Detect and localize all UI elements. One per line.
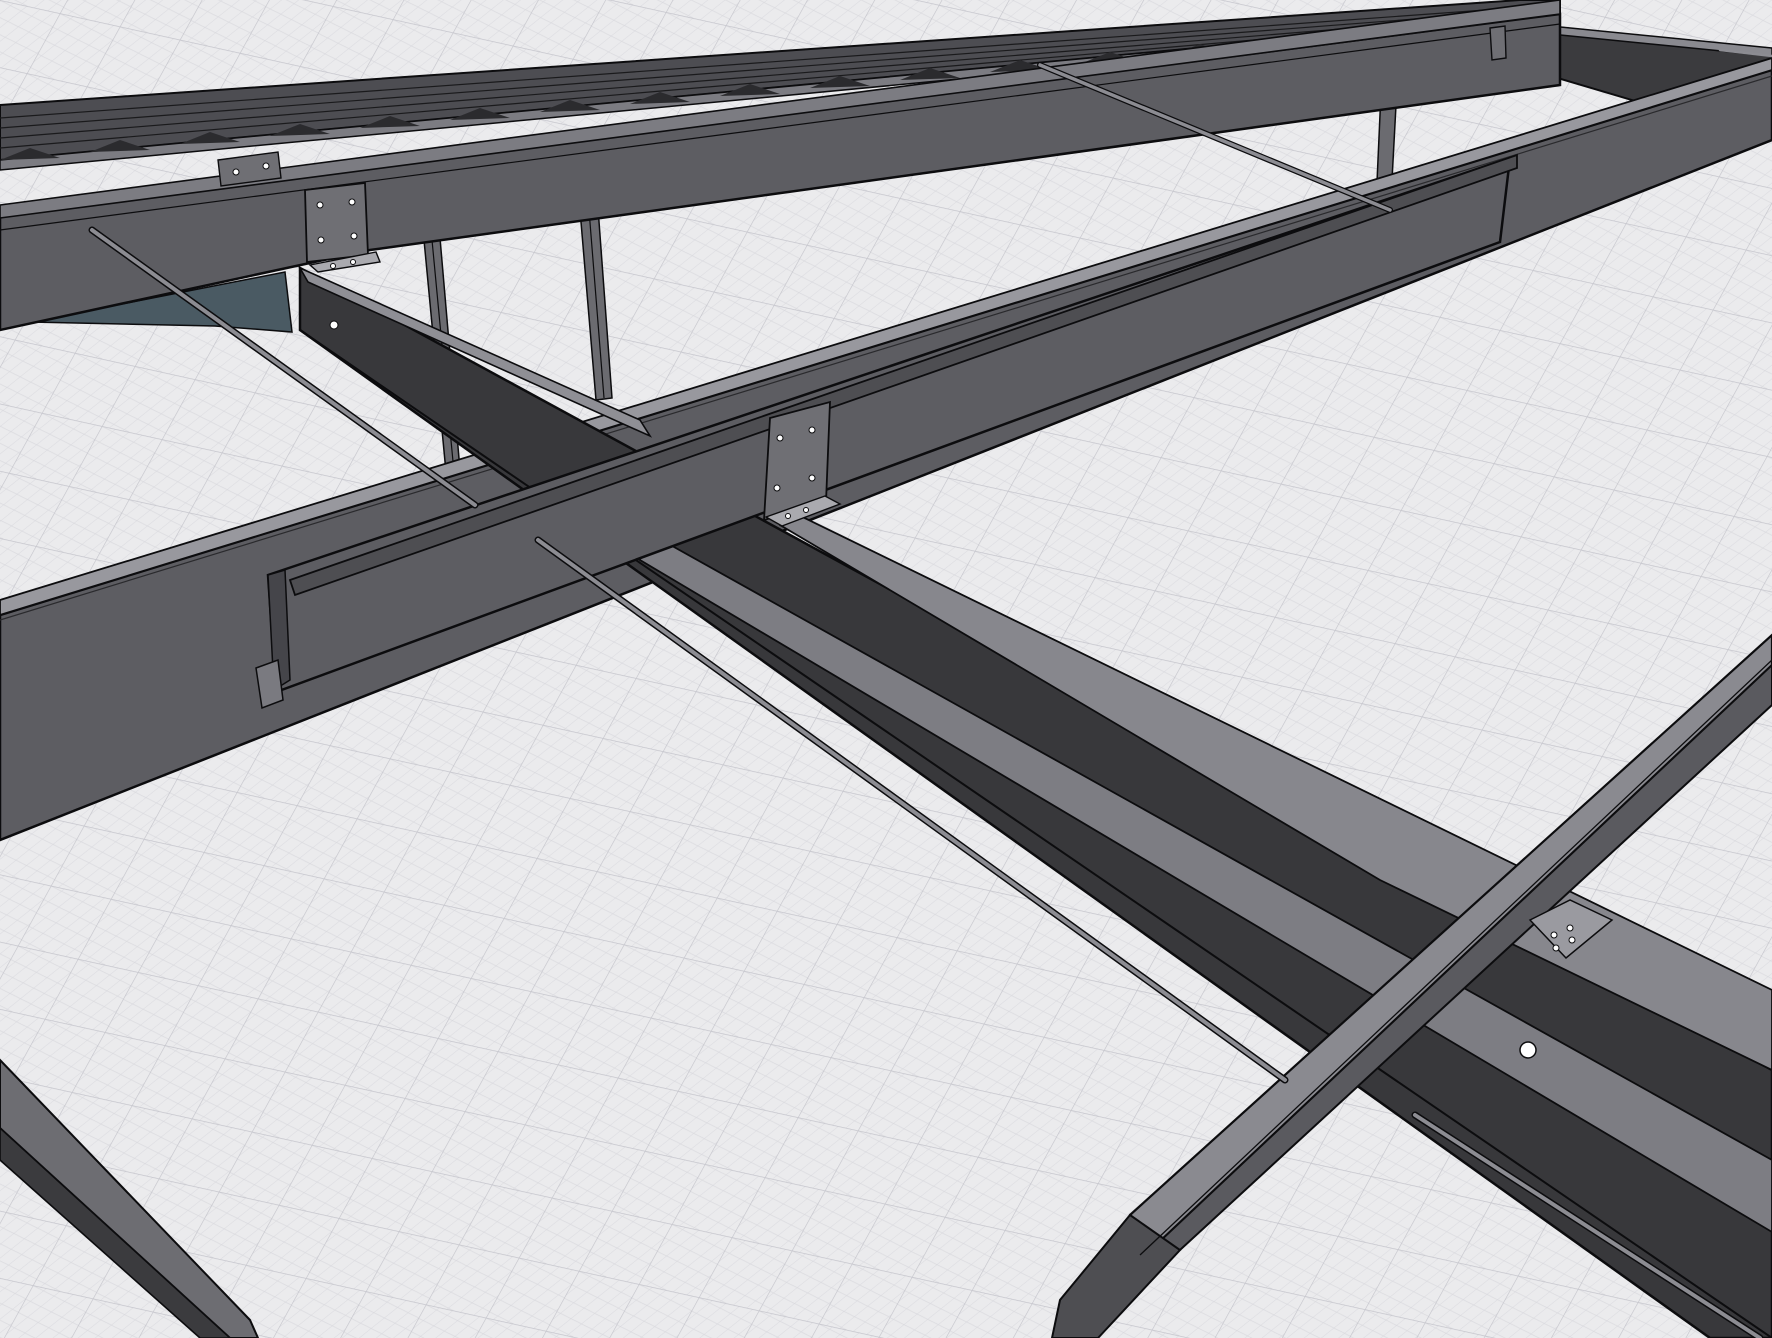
3d-viewport[interactable] (0, 0, 1772, 1338)
bolt-hole (1519, 1041, 1537, 1059)
end-plate-left (304, 181, 369, 264)
end-plate-right (1489, 25, 1507, 61)
structural-steel-model[interactable] (0, 0, 1772, 1338)
bolt-hole (329, 320, 339, 330)
